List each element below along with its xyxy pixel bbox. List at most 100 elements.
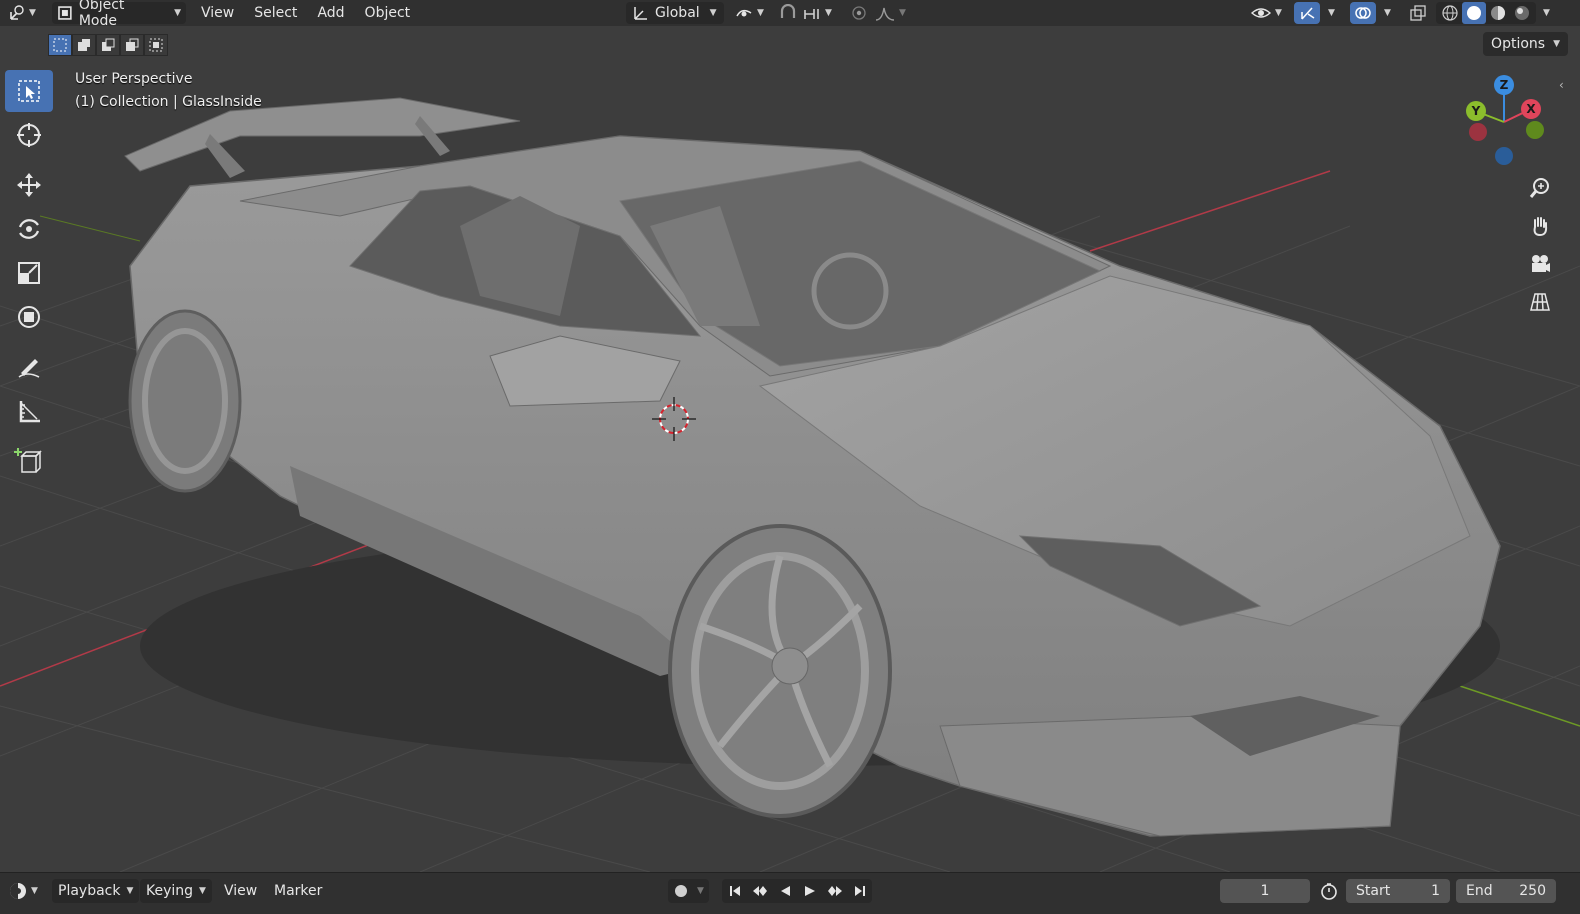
gizmo-neg-x[interactable] bbox=[1469, 123, 1487, 141]
auto-keying-toggle[interactable]: ▼ bbox=[668, 879, 709, 903]
chevron-down-icon: ▼ bbox=[1328, 8, 1335, 18]
transform-orientation-dropdown[interactable]: Global ▼ bbox=[626, 2, 724, 24]
tool-add-cube[interactable] bbox=[5, 440, 53, 482]
options-dropdown[interactable]: Options ▼ bbox=[1483, 32, 1568, 56]
tool-cursor[interactable] bbox=[5, 114, 53, 156]
end-value: 250 bbox=[1519, 883, 1546, 899]
play-button[interactable] bbox=[797, 879, 822, 903]
jump-start-icon bbox=[729, 886, 740, 896]
pivot-icon bbox=[736, 9, 752, 17]
timeline-marker-menu[interactable]: Marker bbox=[274, 879, 322, 903]
shading-material-button[interactable] bbox=[1486, 2, 1510, 24]
editor-type-button[interactable]: ▼ bbox=[8, 2, 36, 24]
navigation-gizmo[interactable]: Z X Y bbox=[1464, 74, 1554, 165]
playback-controls bbox=[722, 879, 872, 903]
shading-wireframe-button[interactable] bbox=[1438, 2, 1462, 24]
tool-annotate[interactable] bbox=[5, 346, 53, 388]
rotate-icon bbox=[18, 219, 40, 239]
visibility-dropdown[interactable]: ▼ bbox=[1250, 2, 1282, 24]
timeline-editor-icon bbox=[10, 883, 26, 899]
snap-target-dropdown[interactable]: ▼ bbox=[802, 2, 832, 24]
select-mode-intersect[interactable] bbox=[144, 34, 168, 56]
overlay-toggle[interactable]: ▼ bbox=[1350, 2, 1391, 24]
pan-button[interactable] bbox=[1523, 209, 1557, 243]
proportional-edit-icon bbox=[852, 6, 866, 20]
shading-solid-button[interactable] bbox=[1462, 2, 1486, 24]
menu-view[interactable]: View bbox=[194, 5, 241, 21]
prev-keyframe-button[interactable] bbox=[747, 879, 772, 903]
menu-add[interactable]: Add bbox=[310, 5, 351, 21]
playback-menu[interactable]: Playback ▼ bbox=[52, 879, 140, 903]
shading-rendered-icon bbox=[1515, 6, 1529, 20]
tool-scale[interactable] bbox=[5, 252, 53, 294]
falloff-dropdown[interactable]: ▼ bbox=[874, 2, 906, 24]
chevron-down-icon: ▼ bbox=[899, 8, 906, 18]
shading-solid-icon bbox=[1467, 6, 1481, 20]
start-frame-field[interactable]: Start 1 bbox=[1346, 879, 1450, 903]
tool-rotate[interactable] bbox=[5, 208, 53, 250]
transform-icon bbox=[18, 306, 40, 328]
gizmo-z-axis[interactable]: Z bbox=[1494, 75, 1514, 95]
menu-select[interactable]: Select bbox=[247, 5, 304, 21]
current-frame-field[interactable]: 1 bbox=[1220, 879, 1310, 903]
car-model bbox=[124, 97, 1501, 837]
visibility-icon bbox=[1250, 8, 1272, 18]
start-value: 1 bbox=[1431, 883, 1440, 899]
scale-icon bbox=[18, 262, 40, 284]
camera-icon bbox=[1532, 255, 1550, 272]
gizmo-y-axis[interactable]: Y bbox=[1466, 101, 1486, 121]
options-label: Options bbox=[1491, 36, 1546, 52]
object-mode-icon bbox=[58, 6, 72, 20]
select-mode-buttons bbox=[48, 34, 168, 56]
select-new-icon bbox=[53, 38, 67, 52]
tool-move[interactable] bbox=[5, 164, 53, 206]
chevron-down-icon: ▼ bbox=[199, 886, 206, 896]
sidebar-toggle-arrow[interactable]: ‹ bbox=[1559, 78, 1564, 92]
chevron-down-icon: ▼ bbox=[757, 8, 764, 18]
mode-dropdown[interactable]: Object Mode ▼ bbox=[52, 0, 186, 29]
annotate-icon bbox=[18, 359, 40, 378]
3d-viewport[interactable]: User Perspective (1) Collection | GlassI… bbox=[0, 26, 1580, 872]
gizmo-x-axis[interactable]: X bbox=[1521, 99, 1541, 119]
select-mode-subtract[interactable] bbox=[96, 34, 120, 56]
shading-options-dropdown[interactable]: ▼ bbox=[1540, 2, 1550, 24]
menu-object[interactable]: Object bbox=[358, 5, 418, 21]
shading-rendered-button[interactable] bbox=[1510, 2, 1534, 24]
keying-menu[interactable]: Keying ▼ bbox=[140, 879, 212, 903]
camera-view-button[interactable] bbox=[1523, 247, 1557, 281]
tool-shelf bbox=[5, 70, 53, 484]
proportional-edit-toggle[interactable] bbox=[850, 2, 868, 24]
tool-transform[interactable] bbox=[5, 296, 53, 338]
pivot-point-dropdown[interactable]: ▼ bbox=[734, 2, 764, 24]
y-axis-line-far bbox=[39, 215, 141, 242]
tool-measure[interactable] bbox=[5, 390, 53, 432]
preview-range-toggle[interactable] bbox=[1320, 879, 1338, 903]
end-frame-field[interactable]: End 250 bbox=[1456, 879, 1556, 903]
gizmo-neg-y[interactable] bbox=[1526, 121, 1544, 139]
jump-to-end-button[interactable] bbox=[847, 879, 872, 903]
gizmo-neg-z[interactable] bbox=[1495, 147, 1513, 165]
perspective-toggle-button[interactable] bbox=[1523, 285, 1557, 319]
tool-select-box[interactable] bbox=[5, 70, 53, 112]
timeline-view-menu[interactable]: View bbox=[224, 879, 257, 903]
xray-toggle[interactable] bbox=[1408, 2, 1428, 24]
scene-canvas[interactable] bbox=[0, 26, 1580, 872]
prev-keyframe-icon bbox=[752, 886, 767, 896]
play-reverse-button[interactable] bbox=[772, 879, 797, 903]
zoom-button[interactable] bbox=[1523, 171, 1557, 205]
jump-to-start-button[interactable] bbox=[722, 879, 747, 903]
timeline-editor-type-button[interactable]: ▼ bbox=[8, 879, 38, 903]
select-box-icon bbox=[18, 80, 40, 102]
next-keyframe-button[interactable] bbox=[822, 879, 847, 903]
snap-icon bbox=[780, 4, 796, 18]
select-mode-invert[interactable] bbox=[120, 34, 144, 56]
chevron-down-icon: ▼ bbox=[126, 886, 134, 896]
snap-toggle[interactable] bbox=[778, 2, 798, 24]
chevron-down-icon: ▼ bbox=[174, 8, 181, 18]
playback-label: Playback bbox=[58, 883, 121, 899]
gizmo-toggle[interactable]: ▼ bbox=[1294, 2, 1335, 24]
chevron-down-icon: ▼ bbox=[709, 8, 717, 18]
select-mode-new[interactable] bbox=[48, 34, 72, 56]
select-mode-extend[interactable] bbox=[72, 34, 96, 56]
viewport-header: ▼ Object Mode ▼ View Select Add Object G… bbox=[0, 0, 1580, 29]
